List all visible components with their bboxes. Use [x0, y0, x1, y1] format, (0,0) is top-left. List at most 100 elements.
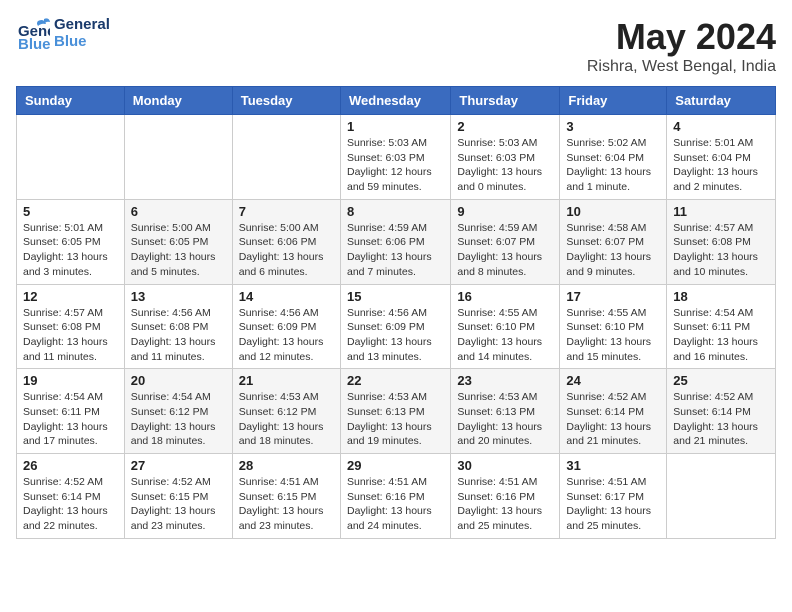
- day-info: Sunrise: 4:53 AM Sunset: 6:12 PM Dayligh…: [239, 390, 334, 449]
- day-info: Sunrise: 4:52 AM Sunset: 6:15 PM Dayligh…: [131, 475, 226, 534]
- calendar-table: SundayMondayTuesdayWednesdayThursdayFrid…: [16, 86, 776, 539]
- day-info: Sunrise: 4:52 AM Sunset: 6:14 PM Dayligh…: [23, 475, 118, 534]
- day-number: 7: [239, 204, 334, 219]
- day-number: 1: [347, 119, 444, 134]
- day-number: 12: [23, 289, 118, 304]
- day-info: Sunrise: 4:55 AM Sunset: 6:10 PM Dayligh…: [566, 306, 660, 365]
- day-number: 26: [23, 458, 118, 473]
- page-subtitle: Rishra, West Bengal, India: [587, 58, 776, 76]
- calendar-cell: 9 Sunrise: 4:59 AM Sunset: 6:07 PM Daylig…: [451, 199, 560, 284]
- day-number: 13: [131, 289, 226, 304]
- title-area: May 2024 Rishra, West Bengal, India: [587, 16, 776, 76]
- day-number: 15: [347, 289, 444, 304]
- column-header-wednesday: Wednesday: [340, 87, 450, 115]
- calendar-cell: 15 Sunrise: 4:56 AM Sunset: 6:09 PM Dayli…: [340, 284, 450, 369]
- day-info: Sunrise: 4:59 AM Sunset: 6:07 PM Dayligh…: [457, 221, 553, 280]
- day-info: Sunrise: 4:57 AM Sunset: 6:08 PM Dayligh…: [673, 221, 769, 280]
- calendar-cell: 18 Sunrise: 4:54 AM Sunset: 6:11 PM Dayli…: [667, 284, 776, 369]
- calendar-cell: 21 Sunrise: 4:53 AM Sunset: 6:12 PM Dayli…: [232, 369, 340, 454]
- day-info: Sunrise: 4:54 AM Sunset: 6:12 PM Dayligh…: [131, 390, 226, 449]
- day-info: Sunrise: 4:58 AM Sunset: 6:07 PM Dayligh…: [566, 221, 660, 280]
- header: General Blue General Blue May 2024 Rishr…: [16, 16, 776, 76]
- calendar-cell: 10 Sunrise: 4:58 AM Sunset: 6:07 PM Dayli…: [560, 199, 667, 284]
- page-title: May 2024: [587, 16, 776, 58]
- calendar-cell: 29 Sunrise: 4:51 AM Sunset: 6:16 PM Dayli…: [340, 454, 450, 539]
- day-number: 29: [347, 458, 444, 473]
- calendar-cell: 26 Sunrise: 4:52 AM Sunset: 6:14 PM Dayli…: [17, 454, 125, 539]
- calendar-cell: 7Sunrise: 5:00 AM Sunset: 6:06 PM Daylig…: [232, 199, 340, 284]
- calendar-cell: 1Sunrise: 5:03 AM Sunset: 6:03 PM Daylig…: [340, 115, 450, 200]
- day-info: Sunrise: 5:01 AM Sunset: 6:04 PM Dayligh…: [673, 136, 769, 195]
- day-number: 11: [673, 204, 769, 219]
- day-number: 21: [239, 373, 334, 388]
- day-number: 4: [673, 119, 769, 134]
- day-number: 28: [239, 458, 334, 473]
- calendar-cell: 3Sunrise: 5:02 AM Sunset: 6:04 PM Daylig…: [560, 115, 667, 200]
- calendar-cell: 27 Sunrise: 4:52 AM Sunset: 6:15 PM Dayli…: [124, 454, 232, 539]
- day-number: 27: [131, 458, 226, 473]
- day-number: 2: [457, 119, 553, 134]
- day-info: Sunrise: 4:56 AM Sunset: 6:08 PM Dayligh…: [131, 306, 226, 365]
- day-info: Sunrise: 5:03 AM Sunset: 6:03 PM Dayligh…: [457, 136, 553, 195]
- day-number: 9: [457, 204, 553, 219]
- day-info: Sunrise: 4:54 AM Sunset: 6:11 PM Dayligh…: [673, 306, 769, 365]
- calendar-cell: 25 Sunrise: 4:52 AM Sunset: 6:14 PM Dayli…: [667, 369, 776, 454]
- day-number: 10: [566, 204, 660, 219]
- day-number: 16: [457, 289, 553, 304]
- day-number: 25: [673, 373, 769, 388]
- calendar-cell: 13 Sunrise: 4:56 AM Sunset: 6:08 PM Dayli…: [124, 284, 232, 369]
- day-number: 3: [566, 119, 660, 134]
- logo-text-general: General: [54, 16, 110, 33]
- calendar-cell: 8Sunrise: 4:59 AM Sunset: 6:06 PM Daylig…: [340, 199, 450, 284]
- day-number: 24: [566, 373, 660, 388]
- calendar-cell: 5Sunrise: 5:01 AM Sunset: 6:05 PM Daylig…: [17, 199, 125, 284]
- calendar-header-row: SundayMondayTuesdayWednesdayThursdayFrid…: [17, 87, 776, 115]
- day-info: Sunrise: 4:51 AM Sunset: 6:15 PM Dayligh…: [239, 475, 334, 534]
- day-info: Sunrise: 4:56 AM Sunset: 6:09 PM Dayligh…: [239, 306, 334, 365]
- day-info: Sunrise: 4:53 AM Sunset: 6:13 PM Dayligh…: [457, 390, 553, 449]
- calendar-week-row: 1 Sunrise: 5:03 AM Sunset: 6:03 PM Daylig…: [17, 115, 776, 200]
- column-header-sunday: Sunday: [17, 87, 125, 115]
- day-info: Sunrise: 4:59 AM Sunset: 6:06 PM Dayligh…: [347, 221, 444, 280]
- day-info: Sunrise: 4:57 AM Sunset: 6:08 PM Dayligh…: [23, 306, 118, 365]
- day-number: 22: [347, 373, 444, 388]
- day-number: 30: [457, 458, 553, 473]
- day-info: Sunrise: 4:51 AM Sunset: 6:16 PM Dayligh…: [347, 475, 444, 534]
- day-info: Sunrise: 4:51 AM Sunset: 6:16 PM Dayligh…: [457, 475, 553, 534]
- day-number: 19: [23, 373, 118, 388]
- day-info: Sunrise: 4:51 AM Sunset: 6:17 PM Dayligh…: [566, 475, 660, 534]
- calendar-cell: 28 Sunrise: 4:51 AM Sunset: 6:15 PM Dayli…: [232, 454, 340, 539]
- calendar-week-row: 19 Sunrise: 4:54 AM Sunset: 6:11 PM Dayli…: [17, 369, 776, 454]
- calendar-cell: [667, 454, 776, 539]
- calendar-cell: [17, 115, 125, 200]
- day-number: 31: [566, 458, 660, 473]
- calendar-cell: 12 Sunrise: 4:57 AM Sunset: 6:08 PM Dayli…: [17, 284, 125, 369]
- day-info: Sunrise: 4:52 AM Sunset: 6:14 PM Dayligh…: [673, 390, 769, 449]
- day-info: Sunrise: 4:55 AM Sunset: 6:10 PM Dayligh…: [457, 306, 553, 365]
- column-header-monday: Monday: [124, 87, 232, 115]
- day-info: Sunrise: 4:54 AM Sunset: 6:11 PM Dayligh…: [23, 390, 118, 449]
- day-number: 18: [673, 289, 769, 304]
- day-info: Sunrise: 5:01 AM Sunset: 6:05 PM Dayligh…: [23, 221, 118, 280]
- day-info: Sunrise: 4:56 AM Sunset: 6:09 PM Dayligh…: [347, 306, 444, 365]
- svg-text:Blue: Blue: [18, 36, 50, 50]
- column-header-saturday: Saturday: [667, 87, 776, 115]
- day-number: 6: [131, 204, 226, 219]
- logo-icon: General Blue: [16, 16, 50, 50]
- calendar-cell: 16 Sunrise: 4:55 AM Sunset: 6:10 PM Dayli…: [451, 284, 560, 369]
- column-header-thursday: Thursday: [451, 87, 560, 115]
- calendar-cell: 6Sunrise: 5:00 AM Sunset: 6:05 PM Daylig…: [124, 199, 232, 284]
- day-info: Sunrise: 4:53 AM Sunset: 6:13 PM Dayligh…: [347, 390, 444, 449]
- calendar-cell: 22 Sunrise: 4:53 AM Sunset: 6:13 PM Dayli…: [340, 369, 450, 454]
- day-number: 17: [566, 289, 660, 304]
- calendar-cell: 2 Sunrise: 5:03 AM Sunset: 6:03 PM Daylig…: [451, 115, 560, 200]
- calendar-week-row: 5Sunrise: 5:01 AM Sunset: 6:05 PM Daylig…: [17, 199, 776, 284]
- calendar-cell: 11 Sunrise: 4:57 AM Sunset: 6:08 PM Dayli…: [667, 199, 776, 284]
- day-number: 20: [131, 373, 226, 388]
- calendar-cell: 19 Sunrise: 4:54 AM Sunset: 6:11 PM Dayli…: [17, 369, 125, 454]
- column-header-tuesday: Tuesday: [232, 87, 340, 115]
- calendar-cell: 4 Sunrise: 5:01 AM Sunset: 6:04 PM Daylig…: [667, 115, 776, 200]
- calendar-cell: 30 Sunrise: 4:51 AM Sunset: 6:16 PM Dayli…: [451, 454, 560, 539]
- calendar-cell: 24Sunrise: 4:52 AM Sunset: 6:14 PM Dayli…: [560, 369, 667, 454]
- calendar-week-row: 12 Sunrise: 4:57 AM Sunset: 6:08 PM Dayli…: [17, 284, 776, 369]
